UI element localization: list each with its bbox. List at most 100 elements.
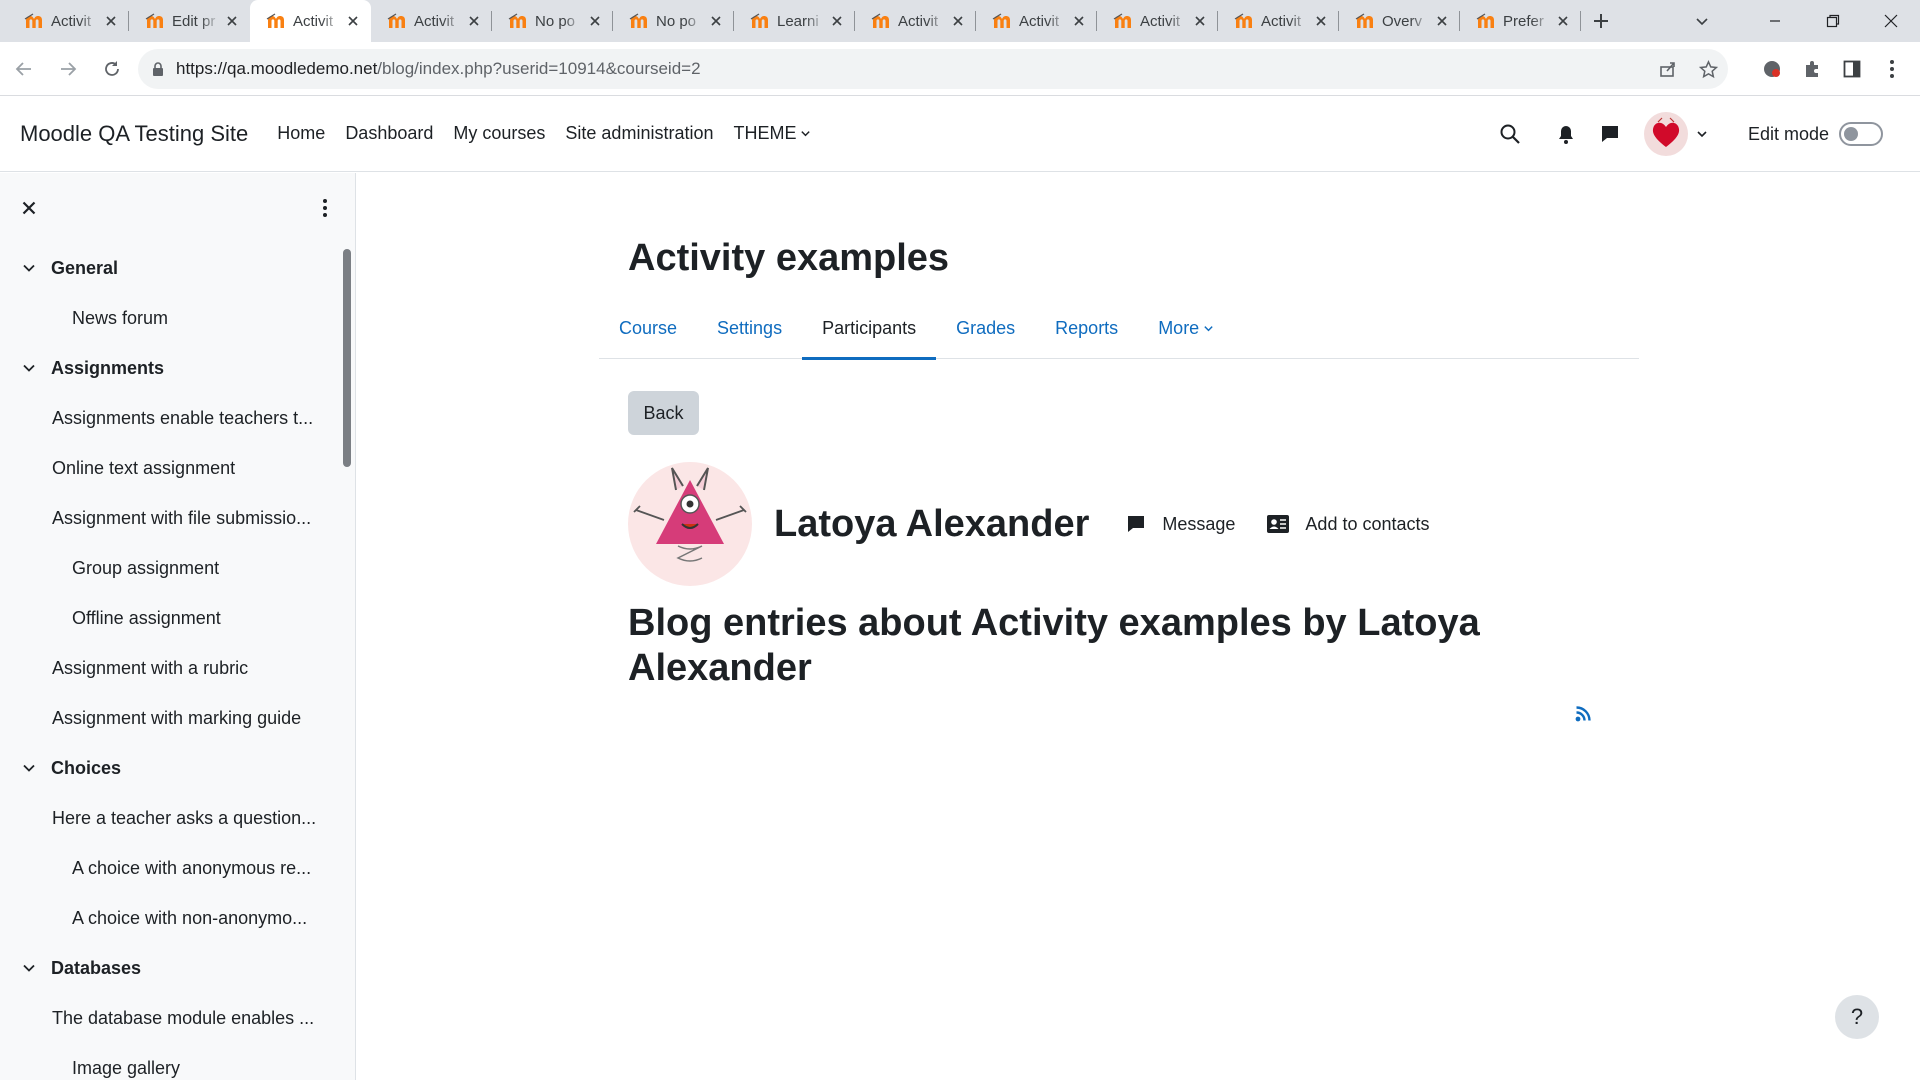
back-button[interactable]: Back — [628, 391, 699, 435]
side-panel-button[interactable] — [1832, 49, 1872, 89]
primary-nav-item[interactable]: Home — [267, 123, 335, 144]
course-index-item[interactable]: Here a teacher asks a question... — [0, 793, 355, 843]
browser-tab[interactable]: No po — [492, 0, 613, 42]
add-to-contacts-link[interactable]: Add to contacts — [1267, 514, 1430, 535]
course-nav-tab[interactable]: Reports — [1035, 297, 1138, 359]
help-button[interactable]: ? — [1835, 995, 1879, 1039]
close-tab-button[interactable] — [1313, 13, 1329, 29]
lock-icon — [152, 61, 164, 77]
extension-button[interactable] — [1752, 49, 1792, 89]
main-content: Activity examples Course Settings Particip… — [357, 173, 1920, 1080]
message-link[interactable]: Message — [1126, 514, 1235, 535]
drawer-options-button[interactable] — [323, 199, 327, 217]
chevron-down-icon[interactable] — [22, 961, 42, 975]
browser-tab[interactable]: No po — [613, 0, 734, 42]
close-tab-button[interactable] — [224, 13, 240, 29]
course-index-item[interactable]: Offline assignment — [0, 593, 355, 643]
close-tab-button[interactable] — [345, 13, 361, 29]
star-icon — [1698, 59, 1718, 78]
primary-nav-item[interactable]: Site administration — [555, 123, 723, 144]
browser-tab[interactable]: Activit — [250, 0, 371, 42]
browser-tab[interactable]: Prefer — [1460, 0, 1581, 42]
messages-button[interactable] — [1590, 114, 1630, 154]
course-index-item[interactable]: Assignment with marking guide — [0, 693, 355, 743]
close-tab-button[interactable] — [1071, 13, 1087, 29]
close-tab-button[interactable] — [587, 13, 603, 29]
course-index-item-label: News forum — [72, 307, 169, 328]
close-window-button[interactable] — [1862, 0, 1920, 42]
chevron-down-icon[interactable] — [22, 261, 42, 275]
navbar-user-area: Edit mode — [1490, 96, 1920, 172]
course-index-item[interactable]: Assignment with a rubric — [0, 643, 355, 693]
browser-tab[interactable]: Activit — [855, 0, 976, 42]
course-index-section[interactable]: General — [0, 243, 355, 293]
primary-nav-item[interactable]: Dashboard — [335, 123, 443, 144]
chevron-down-icon[interactable] — [22, 761, 42, 775]
restore-button[interactable] — [1804, 0, 1862, 42]
course-nav-tab[interactable]: Settings — [697, 297, 802, 359]
notifications-button[interactable] — [1546, 114, 1586, 154]
search-button[interactable] — [1490, 114, 1530, 154]
browser-tab[interactable]: Activit — [1218, 0, 1339, 42]
minimize-button[interactable] — [1746, 0, 1804, 42]
edit-mode-switch[interactable]: Edit mode — [1748, 122, 1920, 146]
close-tab-button[interactable] — [466, 13, 482, 29]
rss-feed-link[interactable] — [1575, 705, 1592, 722]
browser-tab[interactable]: Activit — [371, 0, 492, 42]
course-index-section[interactable]: Databases — [0, 943, 355, 993]
close-tab-button[interactable] — [708, 13, 724, 29]
close-tab-button[interactable] — [829, 13, 845, 29]
course-index-item[interactable]: The database module enables ... — [0, 993, 355, 1043]
course-index-item[interactable]: News forum — [0, 293, 355, 343]
forward-nav-button[interactable] — [48, 49, 88, 89]
course-nav-tab[interactable]: Participants — [802, 297, 937, 360]
moodle-favicon-icon — [508, 11, 528, 31]
browser-tab[interactable]: Edit pr — [129, 0, 250, 42]
course-index-item[interactable]: Online text assignment — [0, 443, 355, 493]
close-tab-button[interactable] — [1192, 13, 1208, 29]
user-menu-toggle[interactable] — [1643, 112, 1708, 156]
close-drawer-button[interactable] — [22, 201, 36, 215]
side-panel-icon — [1843, 60, 1861, 78]
close-tab-button[interactable] — [950, 13, 966, 29]
tab-search-button[interactable] — [1680, 0, 1724, 42]
toggle-knob — [1844, 127, 1858, 141]
browser-tab[interactable]: Activit — [1097, 0, 1218, 42]
new-tab-button[interactable] — [1581, 0, 1621, 42]
course-index-item[interactable]: Image gallery — [0, 1043, 355, 1080]
extensions-menu-button[interactable] — [1792, 49, 1832, 89]
site-name[interactable]: Moodle QA Testing Site — [20, 121, 248, 147]
user-profile-picture[interactable] — [628, 462, 752, 586]
browser-tab[interactable]: Activit — [976, 0, 1097, 42]
course-nav-tab[interactable]: Course — [599, 297, 697, 359]
course-nav-tab[interactable]: Grades — [936, 297, 1035, 359]
close-tab-button[interactable] — [103, 13, 119, 29]
course-index-section[interactable]: Assignments — [0, 343, 355, 393]
bell-icon — [1558, 126, 1573, 144]
bookmark-button[interactable] — [1688, 49, 1728, 89]
course-index-section-label: Databases — [51, 957, 142, 978]
reload-button[interactable] — [92, 49, 132, 89]
primary-nav-item[interactable]: My courses — [443, 123, 555, 144]
close-tab-button[interactable] — [1555, 13, 1571, 29]
share-button[interactable] — [1648, 49, 1688, 89]
browser-menu-button[interactable] — [1872, 49, 1912, 89]
browser-tab[interactable]: Learni — [734, 0, 855, 42]
course-index-item[interactable]: Assignments enable teachers t... — [0, 393, 355, 443]
course-index-section[interactable]: Choices — [0, 743, 355, 793]
edit-mode-toggle[interactable] — [1839, 122, 1883, 146]
address-bar[interactable]: https://qa.moodledemo.net/blog/index.php… — [138, 49, 1728, 89]
browser-tab[interactable]: Overv — [1339, 0, 1460, 42]
moodle-navbar: Moodle QA Testing Site Home Dashboard My c… — [0, 96, 1920, 172]
drawer-scrollbar[interactable] — [343, 249, 351, 467]
browser-tab[interactable]: Activit — [8, 0, 129, 42]
close-tab-button[interactable] — [1434, 13, 1450, 29]
course-nav-tab[interactable]: More — [1138, 297, 1234, 359]
course-index-item[interactable]: A choice with non-anonymo... — [0, 893, 355, 943]
course-index-item[interactable]: Assignment with file submissio... — [0, 493, 355, 543]
chevron-down-icon[interactable] — [22, 361, 42, 375]
primary-nav-item[interactable]: THEME — [723, 123, 821, 144]
course-index-item[interactable]: A choice with anonymous re... — [0, 843, 355, 893]
course-index-item[interactable]: Group assignment — [0, 543, 355, 593]
back-nav-button[interactable] — [4, 49, 44, 89]
